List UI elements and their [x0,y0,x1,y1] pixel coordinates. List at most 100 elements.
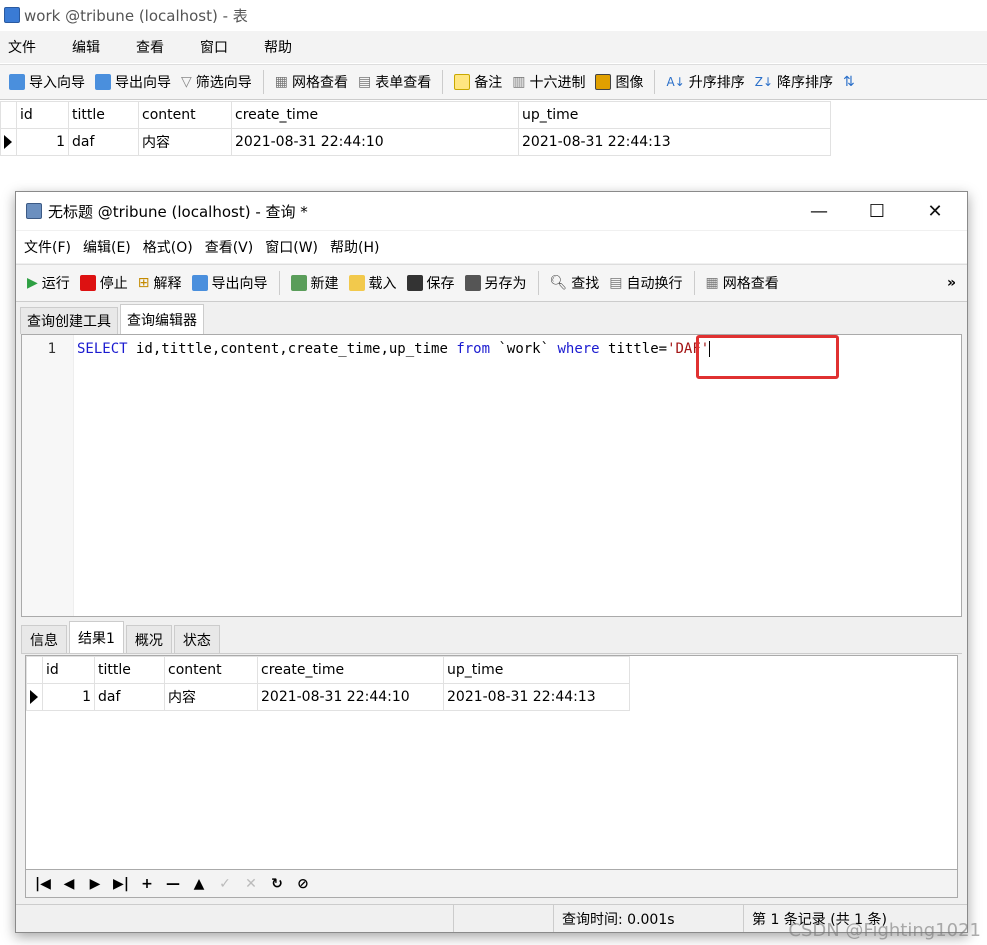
sql-table: `work` [490,341,558,357]
new-query-button[interactable]: 新建 [286,269,344,297]
menu-help[interactable]: 帮助(H) [330,237,379,257]
query-window: 无标题 @tribune (localhost) - 查询 * — ☐ ✕ 文件… [15,191,968,933]
image-button[interactable]: 图像 [590,68,648,96]
grid-icon: ▦ [274,74,289,90]
sort-asc-button[interactable]: A↓ 升序排序 [661,68,749,96]
column-header-content[interactable]: content [164,656,258,684]
line-number: 1 [47,341,56,357]
export-wizard-button[interactable]: 导出向导 [187,269,273,297]
menu-edit[interactable]: 编辑(E) [83,237,131,257]
sort-desc-button[interactable]: Z↓ 降序排序 [750,68,838,96]
run-button[interactable]: ▶ 运行 [22,269,75,297]
cell-up-time[interactable]: 2021-08-31 22:44:13 [443,683,630,711]
toolbar-divider [537,271,539,295]
next-record-button[interactable]: ▶ [86,876,104,892]
column-header-id[interactable]: id [42,656,95,684]
menu-format[interactable]: 格式(O) [143,237,193,257]
explain-button[interactable]: ⊞ 解释 [133,269,187,297]
column-header-id[interactable]: id [16,101,69,129]
cell-id[interactable]: 1 [42,683,95,711]
background-data-grid: id tittle content create_time up_time 1 … [0,101,831,156]
save-button[interactable]: 保存 [402,269,460,297]
cell-create-time[interactable]: 2021-08-31 22:44:10 [257,683,444,711]
row-selector[interactable] [26,683,43,711]
menu-view[interactable]: 查看(V) [205,237,254,257]
toolbar-divider [442,70,444,94]
import-icon [9,74,25,90]
image-label: 图像 [615,75,644,91]
column-header-create-time[interactable]: create_time [231,101,519,129]
grid-view-button[interactable]: ▦ 网格查看 [270,68,353,96]
funnel-icon: ▽ [181,74,192,90]
find-label: 查找 [571,276,600,292]
export-wizard-button[interactable]: 导出向导 [90,68,176,96]
column-header-up-time[interactable]: up_time [518,101,831,129]
cell-tittle[interactable]: daf [94,683,165,711]
menu-window[interactable]: 窗口 [192,37,236,57]
grid-view-button[interactable]: ▦ 网格查看 [701,269,784,297]
save-as-button[interactable]: 另存为 [460,269,532,297]
word-wrap-button[interactable]: ▤ 自动换行 [604,269,687,297]
filter-wizard-button[interactable]: ▽ 筛选向导 [176,68,257,96]
column-header-tittle[interactable]: tittle [68,101,139,129]
cell-content[interactable]: 内容 [164,683,258,711]
stop-loading-button[interactable]: ⊘ [294,876,312,892]
table-row[interactable]: 1 daf 内容 2021-08-31 22:44:10 2021-08-31 … [0,128,831,156]
row-selector-header [0,101,17,129]
column-header-content[interactable]: content [138,101,232,129]
close-button[interactable]: ✕ [912,192,958,230]
column-header-create-time[interactable]: create_time [257,656,444,684]
hex-button[interactable]: ▥ 十六进制 [507,68,590,96]
column-header-up-time[interactable]: up_time [443,656,630,684]
sql-keyword-from: from [456,341,491,357]
stop-button[interactable]: 停止 [75,269,133,297]
import-wizard-button[interactable]: 导入向导 [4,68,90,96]
toolbar-overflow-button[interactable]: » [942,269,961,297]
find-button[interactable]: 🔍︎ 查找 [545,269,605,297]
apply-changes-button[interactable]: ✓ [216,876,234,892]
menu-file[interactable]: 文件(F) [24,237,71,257]
menu-help[interactable]: 帮助 [256,37,300,57]
row-selector[interactable] [0,128,17,156]
grid-view-label: 网格查看 [722,276,779,292]
more-tools-icon[interactable]: ⇅ [838,68,860,96]
last-record-button[interactable]: ▶| [112,876,130,892]
refresh-button[interactable]: ↻ [268,876,286,892]
query-title-bar: 无标题 @tribune (localhost) - 查询 * — ☐ ✕ [16,192,967,230]
cell-tittle[interactable]: daf [68,128,139,156]
explain-label: 解释 [153,276,182,292]
maximize-button[interactable]: ☐ [854,192,900,230]
cell-content[interactable]: 内容 [138,128,232,156]
tab-query-editor[interactable]: 查询编辑器 [120,304,204,334]
discard-changes-button[interactable]: ✕ [242,876,260,892]
first-record-button[interactable]: |◀ [34,876,52,892]
table-row[interactable]: 1 daf 内容 2021-08-31 22:44:10 2021-08-31 … [26,683,630,711]
memo-button[interactable]: 备注 [449,68,507,96]
form-view-label: 表单查看 [375,75,432,91]
add-record-button[interactable]: + [138,876,156,892]
form-view-button[interactable]: ▤ 表单查看 [353,68,436,96]
tab-info[interactable]: 信息 [21,625,67,653]
watermark: CSDN @Fighting1021 [788,920,981,941]
column-header-tittle[interactable]: tittle [94,656,165,684]
minimize-button[interactable]: — [796,192,842,230]
export-wizard-label: 导出向导 [115,75,171,91]
cell-id[interactable]: 1 [16,128,69,156]
sql-keyword-where: where [557,341,600,357]
tab-profile[interactable]: 概况 [125,625,172,653]
cell-up-time[interactable]: 2021-08-31 22:44:13 [518,128,831,156]
tab-result1[interactable]: 结果1 [69,621,124,653]
import-wizard-label: 导入向导 [29,75,85,91]
sql-line[interactable]: SELECT id,tittle,content,create_time,up_… [77,341,711,357]
tab-status[interactable]: 状态 [173,625,220,653]
load-button[interactable]: 载入 [344,269,402,297]
menu-view[interactable]: 查看 [128,37,172,57]
menu-file[interactable]: 文件 [0,37,44,57]
cell-create-time[interactable]: 2021-08-31 22:44:10 [231,128,519,156]
previous-record-button[interactable]: ◀ [60,876,78,892]
delete-record-button[interactable]: — [164,876,182,892]
menu-edit[interactable]: 编辑 [64,37,108,57]
up-record-button[interactable]: ▲ [190,876,208,892]
menu-window[interactable]: 窗口(W) [265,237,318,257]
tab-query-builder[interactable]: 查询创建工具 [20,307,118,334]
